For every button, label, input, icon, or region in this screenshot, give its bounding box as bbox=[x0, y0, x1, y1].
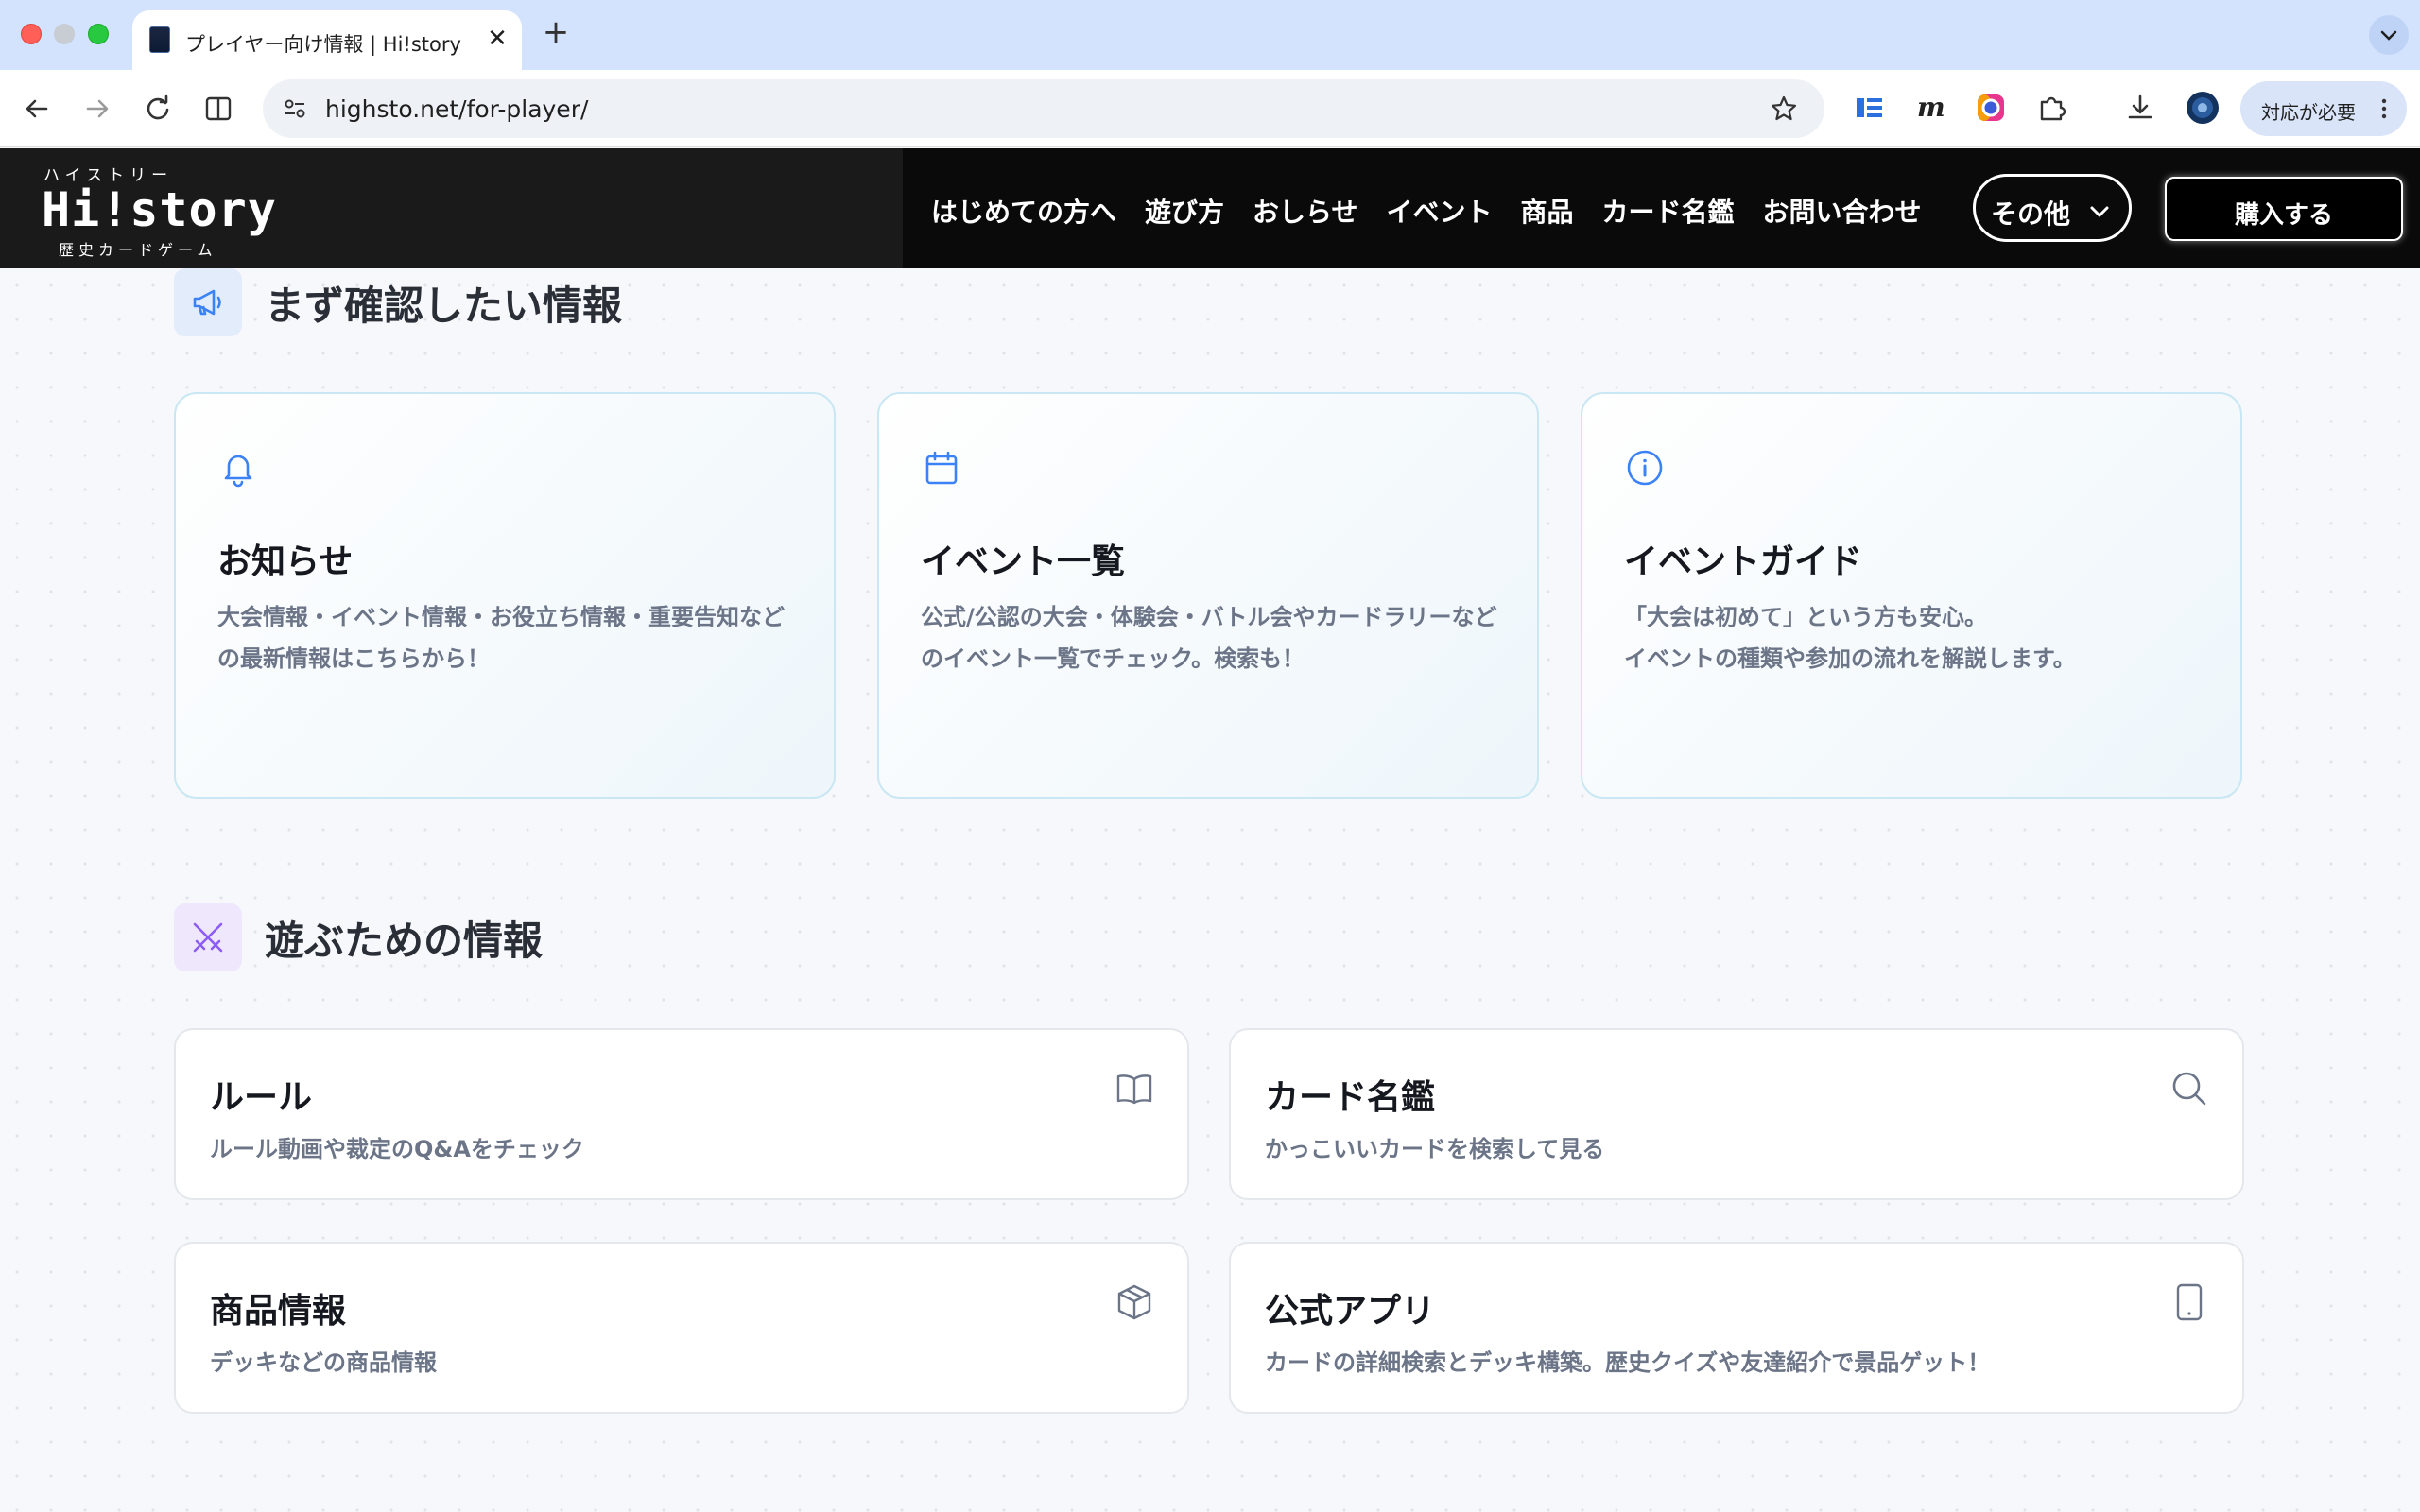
profile-avatar-icon[interactable] bbox=[2184, 89, 2221, 127]
tile-title: 商品情報 bbox=[210, 1292, 347, 1331]
nav-item-card-list[interactable]: カード名鑑 bbox=[1602, 192, 1735, 230]
card-title: イベント一覧 bbox=[921, 542, 1126, 581]
extensions-puzzle-icon[interactable] bbox=[2032, 89, 2070, 127]
svg-text:m: m bbox=[1917, 92, 1945, 123]
book-icon bbox=[1116, 1074, 1152, 1105]
buy-button-label: 購入する bbox=[2234, 201, 2333, 230]
logo-wordmark: Hi!story bbox=[42, 182, 277, 237]
search-icon bbox=[2172, 1072, 2206, 1106]
smartphone-icon bbox=[2176, 1283, 2203, 1321]
browser-toolbar: highsto.net/for-player/ m 対応が必要 bbox=[0, 70, 2420, 147]
url-text[interactable]: highsto.net/for-player/ bbox=[325, 95, 588, 123]
section-title-text: 遊ぶための情報 bbox=[265, 917, 544, 964]
browser-tabstrip: プレイヤー向け情報 | Hi!story [ ✕ + bbox=[0, 0, 2420, 70]
tile-description: かっこいいカードを検索して見る bbox=[1265, 1136, 1605, 1162]
tile-title: カード名鑑 bbox=[1265, 1078, 1436, 1117]
profile-attention-label: 対応が必要 bbox=[2261, 101, 2356, 124]
tile-card-list[interactable]: カード名鑑 かっこいいカードを検索して見る bbox=[1229, 1028, 2244, 1200]
tile-title: 公式アプリ bbox=[1265, 1292, 1436, 1331]
card-title: お知らせ bbox=[217, 542, 354, 581]
tile-description: ルール動画や裁定のQ&Aをチェック bbox=[210, 1136, 584, 1162]
chevron-down-icon bbox=[2380, 30, 2397, 41]
tile-description: カードの詳細検索とデッキ構築。歴史クイズや友達紹介で景品ゲット！ bbox=[1265, 1349, 1991, 1376]
tab-title: プレイヤー向け情報 | Hi!story [ bbox=[185, 33, 469, 56]
card-title: イベントガイド bbox=[1624, 542, 1863, 581]
back-button[interactable] bbox=[17, 89, 57, 129]
card-description: 「大会は初めて」という方も安心。 イベントの種類や参加の流れを解説します。 bbox=[1624, 604, 2076, 672]
arrow-right-icon bbox=[86, 99, 109, 118]
reading-list-extension-icon[interactable] bbox=[1851, 89, 1889, 127]
card-description: 大会情報・イベント情報・お役立ち情報・重要告知などの最新情報はこちらから！ bbox=[217, 604, 785, 672]
other-menu-button[interactable]: その他 bbox=[1973, 174, 2132, 242]
tile-products[interactable]: 商品情報 デッキなどの商品情報 bbox=[174, 1242, 1189, 1414]
nav-item-news[interactable]: おしらせ bbox=[1253, 192, 1357, 230]
window-close-button[interactable] bbox=[21, 24, 42, 44]
window-minimize-button[interactable] bbox=[54, 24, 75, 44]
site-header: ハイストリー Hi!story 歴史カードゲーム はじめての方へ 遊び方 おしら… bbox=[0, 148, 2420, 268]
browser-tab-active[interactable]: プレイヤー向け情報 | Hi!story [ ✕ bbox=[132, 10, 522, 70]
window-zoom-button[interactable] bbox=[88, 24, 109, 44]
profile-attention-button[interactable]: 対応が必要 bbox=[2240, 81, 2407, 136]
side-panel-button[interactable] bbox=[199, 89, 238, 129]
site-favicon-icon bbox=[149, 26, 170, 53]
logo-subtitle: 歴史カードゲーム bbox=[59, 241, 217, 259]
card-news[interactable]: お知らせ 大会情報・イベント情報・お役立ち情報・重要告知などの最新情報はこちらか… bbox=[174, 392, 836, 799]
download-icon[interactable] bbox=[2121, 89, 2159, 127]
section-heading-must-check: まず確認したい情報 bbox=[174, 268, 622, 336]
color-picker-extension-icon[interactable] bbox=[1972, 89, 2010, 127]
arrow-left-icon bbox=[26, 99, 48, 118]
tab-search-button[interactable] bbox=[2369, 15, 2409, 55]
site-logo[interactable]: ハイストリー Hi!story 歴史カードゲーム bbox=[42, 162, 276, 260]
side-panel-icon bbox=[205, 96, 232, 121]
forward-button[interactable] bbox=[78, 89, 117, 129]
crossed-swords-icon bbox=[174, 903, 242, 971]
page-content: まず確認したい情報 お知らせ 大会情報・イベント情報・お役立ち情報・重要告知など… bbox=[0, 268, 2420, 1512]
nav-item-products[interactable]: 商品 bbox=[1521, 192, 1574, 230]
card-description: 公式/公認の大会・体験会・バトル会やカードラリーなどのイベント一覧でチェック。検… bbox=[921, 604, 1497, 672]
chevron-down-icon bbox=[2090, 206, 2109, 217]
main-nav: はじめての方へ 遊び方 おしらせ イベント 商品 カード名鑑 お問い合わせ bbox=[931, 192, 1922, 230]
section-title-text: まず確認したい情報 bbox=[265, 282, 623, 329]
tile-description: デッキなどの商品情報 bbox=[210, 1349, 437, 1376]
nav-item-how-to-play[interactable]: 遊び方 bbox=[1145, 192, 1224, 230]
section-heading-play-info: 遊ぶための情報 bbox=[174, 903, 543, 971]
new-tab-button[interactable]: + bbox=[539, 15, 573, 49]
bell-icon bbox=[224, 455, 252, 488]
site-settings-icon[interactable] bbox=[282, 95, 308, 122]
card-event-list[interactable]: イベント一覧 公式/公認の大会・体験会・バトル会やカードラリーなどのイベント一覧… bbox=[877, 392, 1539, 799]
nav-item-events[interactable]: イベント bbox=[1386, 192, 1492, 230]
tile-rules[interactable]: ルール ルール動画や裁定のQ&Aをチェック bbox=[174, 1028, 1189, 1200]
address-bar[interactable]: highsto.net/for-player/ bbox=[263, 79, 1824, 138]
tab-close-button[interactable]: ✕ bbox=[482, 24, 512, 54]
calendar-icon bbox=[925, 451, 958, 485]
megaphone-icon bbox=[174, 268, 242, 336]
info-icon bbox=[1627, 450, 1663, 486]
card-event-guide[interactable]: イベントガイド 「大会は初めて」という方も安心。 イベントの種類や参加の流れを解… bbox=[1581, 392, 2242, 799]
bookmark-star-icon[interactable] bbox=[1768, 93, 1800, 125]
m-extension-icon[interactable]: m bbox=[1911, 89, 1949, 127]
reload-button[interactable] bbox=[138, 89, 178, 129]
nav-item-contact[interactable]: お問い合わせ bbox=[1763, 192, 1922, 230]
box-icon bbox=[1117, 1284, 1151, 1320]
tile-title: ルール bbox=[210, 1078, 313, 1117]
buy-button[interactable]: 購入する bbox=[2165, 177, 2403, 241]
other-menu-label: その他 bbox=[1991, 198, 2071, 230]
more-vertical-icon bbox=[2381, 98, 2387, 119]
reload-icon bbox=[147, 94, 169, 120]
tile-official-app[interactable]: 公式アプリ カードの詳細検索とデッキ構築。歴史クイズや友達紹介で景品ゲット！ bbox=[1229, 1242, 2244, 1414]
nav-item-beginners[interactable]: はじめての方へ bbox=[931, 192, 1116, 230]
